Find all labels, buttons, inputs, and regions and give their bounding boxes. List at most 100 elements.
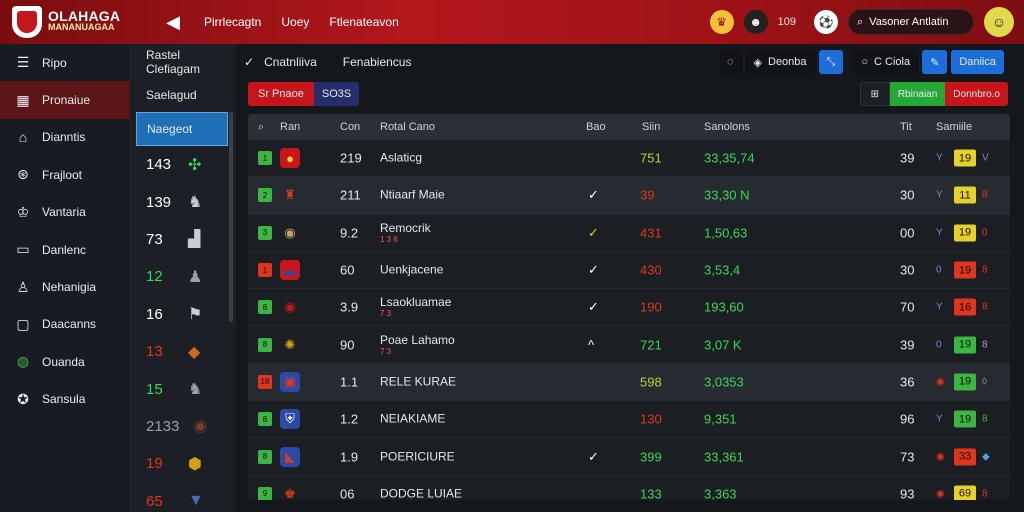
team-name[interactable]: Poae Lahamo bbox=[380, 333, 455, 347]
table-row[interactable]: 1 ● 219 Aslaticg 751 33,35,74 39 Y 19 V bbox=[248, 140, 1010, 178]
ciola-button[interactable]: ○ C Ciola bbox=[853, 50, 919, 74]
back-arrow-icon[interactable]: ◀ bbox=[162, 11, 184, 33]
avatar[interactable]: ☺ bbox=[984, 7, 1014, 37]
table-row[interactable]: 2 ♜ 211 Ntiaarf Maie ✓ 39 33,30 N 30 Y 1… bbox=[248, 177, 1010, 215]
league-count: 139 bbox=[146, 193, 172, 211]
cube-icon: ◈ bbox=[753, 56, 762, 69]
league-list-item[interactable]: 16 ⚑ bbox=[130, 296, 236, 333]
sidebar-item-ouanda[interactable]: ◍ Ouanda bbox=[0, 343, 130, 380]
form-chip: 16 bbox=[954, 298, 976, 316]
form-trend-icon: ◊ bbox=[982, 376, 987, 388]
tit-value: 70 bbox=[900, 299, 915, 315]
app-logo[interactable]: OLAHAGA MANANUAGAA bbox=[0, 6, 140, 38]
table-row[interactable]: 18 ▣ 1.1 RELE KURAE 598 3,0353 36 ◉ 19 ◊ bbox=[248, 363, 1010, 402]
sidebar-item-label: Frajloot bbox=[42, 167, 83, 182]
team-name[interactable]: POERICIURE bbox=[380, 450, 455, 463]
topnav-item-1[interactable]: Pirrlecagtn bbox=[204, 15, 261, 29]
col-siin[interactable]: Siin bbox=[642, 121, 660, 133]
table-row[interactable]: 8 ⛨ 1.2 NEIAKIAME 130 9,351 96 Y 19 8 bbox=[248, 401, 1010, 439]
league-list-item[interactable]: 12 ♟ bbox=[130, 258, 236, 295]
league-list-item[interactable]: 15 ♞ bbox=[130, 370, 236, 407]
team-name[interactable]: Aslaticg bbox=[380, 151, 422, 165]
sidebar-item-dianntis[interactable]: ⌂ Dianntis bbox=[0, 119, 130, 156]
league-list-item[interactable]: 139 ♞ bbox=[130, 183, 236, 220]
sidebar-item-vantaria[interactable]: ♔ Vantaria bbox=[0, 194, 130, 231]
tit-value: 96 bbox=[900, 411, 915, 427]
segment-red-right[interactable]: Donnbro.o bbox=[945, 82, 1008, 106]
form-chip: 19 bbox=[954, 373, 976, 391]
team-name[interactable]: DODGE LUIAE bbox=[380, 487, 462, 500]
sidebar-item-nehanigia[interactable]: ♙ Nehanigia bbox=[0, 268, 130, 305]
search-icon: ⌕ bbox=[857, 15, 864, 28]
col-tit[interactable]: Tit bbox=[900, 121, 912, 133]
league-list-item[interactable]: 2133 ◉ bbox=[130, 408, 236, 445]
collapse-button[interactable]: ⤡ bbox=[818, 50, 844, 74]
team-name[interactable]: Ntiaarf Maie bbox=[380, 188, 445, 202]
rank-badge: 9 bbox=[258, 486, 272, 500]
topnav-item-3[interactable]: Ftlenateavon bbox=[329, 15, 398, 29]
team-name[interactable]: RELE KURAE bbox=[380, 375, 456, 388]
siin-value: 39 bbox=[640, 187, 655, 203]
filter-label[interactable]: Cnatnliiva bbox=[264, 55, 317, 69]
refresh-button[interactable]: ◌ bbox=[718, 50, 742, 74]
sidebar-item-pronaiue[interactable]: ▦ Pronaiue bbox=[0, 81, 130, 119]
col-con[interactable]: Con bbox=[340, 121, 360, 133]
team-name[interactable]: NEIAKIAME bbox=[380, 412, 445, 426]
team-name[interactable]: Lsaokluamae bbox=[380, 296, 451, 309]
segment-red[interactable]: Sr Pnaoe bbox=[248, 82, 314, 106]
sidebar-item-sansula[interactable]: ✪ Sansula bbox=[0, 381, 130, 418]
selected-league[interactable]: Naegeot bbox=[136, 112, 228, 146]
search-input[interactable]: ⌕ Vasoner Antlatin bbox=[848, 9, 974, 35]
deonba-button[interactable]: ◈ Deonba bbox=[745, 50, 815, 74]
trophy-icon[interactable]: ♛ bbox=[709, 10, 734, 34]
segment-green[interactable]: Rbinaian bbox=[889, 82, 946, 106]
siin-value: 190 bbox=[640, 299, 662, 315]
table-row[interactable]: 8 ◉ 3.9 Lsaokluamae 7 3 ✓ 190 193,60 70 … bbox=[248, 289, 1010, 327]
panel-scrollbar[interactable] bbox=[229, 112, 233, 322]
player-icon[interactable]: ☻ bbox=[743, 10, 768, 34]
sanolons-value: 33,35,74 bbox=[704, 150, 755, 166]
sidebar-item-danlenc[interactable]: ▭ Danlenc bbox=[0, 231, 130, 268]
edit-icon: ✎ bbox=[930, 56, 940, 69]
daniica-button[interactable]: Daniica bbox=[951, 50, 1004, 74]
grid-icon[interactable]: ⊞ bbox=[859, 82, 890, 106]
check-icon: ✓ bbox=[244, 55, 255, 69]
segment-blue[interactable]: SO3S bbox=[313, 82, 360, 106]
league-list-item[interactable]: 143 ✣ bbox=[130, 146, 236, 183]
search-icon[interactable]: ⌕ bbox=[258, 121, 264, 134]
league-emblem-icon: ⚑ bbox=[188, 306, 203, 324]
league-list-item[interactable]: 73 ▟ bbox=[130, 221, 236, 258]
league-list-item[interactable]: 19 ⬢ bbox=[130, 445, 236, 482]
form-icon: ◉ bbox=[936, 488, 945, 500]
siin-value: 430 bbox=[640, 262, 662, 278]
col-ran[interactable]: Ran bbox=[280, 121, 300, 133]
table-row[interactable]: 8 ◣ 1.9 POERICIURE ✓ 399 33,361 73 ◉ 33 … bbox=[248, 438, 1010, 476]
col-total[interactable]: Rotal Cano bbox=[380, 121, 435, 133]
period-segment[interactable]: Sr Pnaoe SO3S bbox=[248, 82, 360, 106]
topnav-item-2[interactable]: Uoey bbox=[281, 15, 309, 29]
col-samiile[interactable]: Samiile bbox=[936, 121, 972, 133]
team-name[interactable]: Uenkjacene bbox=[380, 263, 443, 277]
form-chip: 19 bbox=[954, 224, 976, 242]
col-sanolons[interactable]: Sanolons bbox=[704, 121, 750, 133]
league-count: 12 bbox=[146, 268, 163, 286]
league-list-item[interactable]: 65 ▼ bbox=[130, 483, 236, 512]
view-segment[interactable]: ⊞ Rbinaian Donnbro.o bbox=[859, 82, 1008, 106]
table-row[interactable]: 1 ▬ 60 Uenkjacene ✓ 430 3,53,4 30 0 19 8 bbox=[248, 252, 1010, 290]
col-bao[interactable]: Bao bbox=[586, 121, 606, 133]
league-list-item[interactable]: 13 ◆ bbox=[130, 333, 236, 370]
edit-button[interactable]: ✎ bbox=[922, 50, 948, 74]
sidebar-item-frajloot[interactable]: ⊛ Frajloot bbox=[0, 156, 130, 193]
table-row[interactable]: 3 ◉ 9.2 Remocrik 1 3 6 ✓ 431 1,50,63 00 … bbox=[248, 215, 1010, 252]
sidebar-item-ripo[interactable]: ☰ Ripo bbox=[0, 44, 130, 81]
table-row[interactable]: 8 ✺ 90 Poae Lahamo 7 3 ^ 721 3,07 K 39 0… bbox=[248, 326, 1010, 364]
sort-label[interactable]: Fenabiencus bbox=[343, 55, 412, 69]
team-name[interactable]: Remocrik bbox=[380, 221, 431, 235]
tv-icon: ▢ bbox=[16, 315, 30, 332]
circle-icon: ○ bbox=[861, 56, 869, 68]
sidebar-item-daacanns[interactable]: ▢ Daacanns bbox=[0, 306, 130, 343]
soccer-ball-icon[interactable]: ⚽ bbox=[814, 10, 838, 34]
table-row[interactable]: 9 ♚ 06 DODGE LUIAE 133 3,363 93 ◉ 69 8 bbox=[248, 476, 1010, 500]
team-emblem-icon: ◉ bbox=[284, 224, 296, 240]
sanolons-value: 3,0353 bbox=[704, 374, 744, 390]
